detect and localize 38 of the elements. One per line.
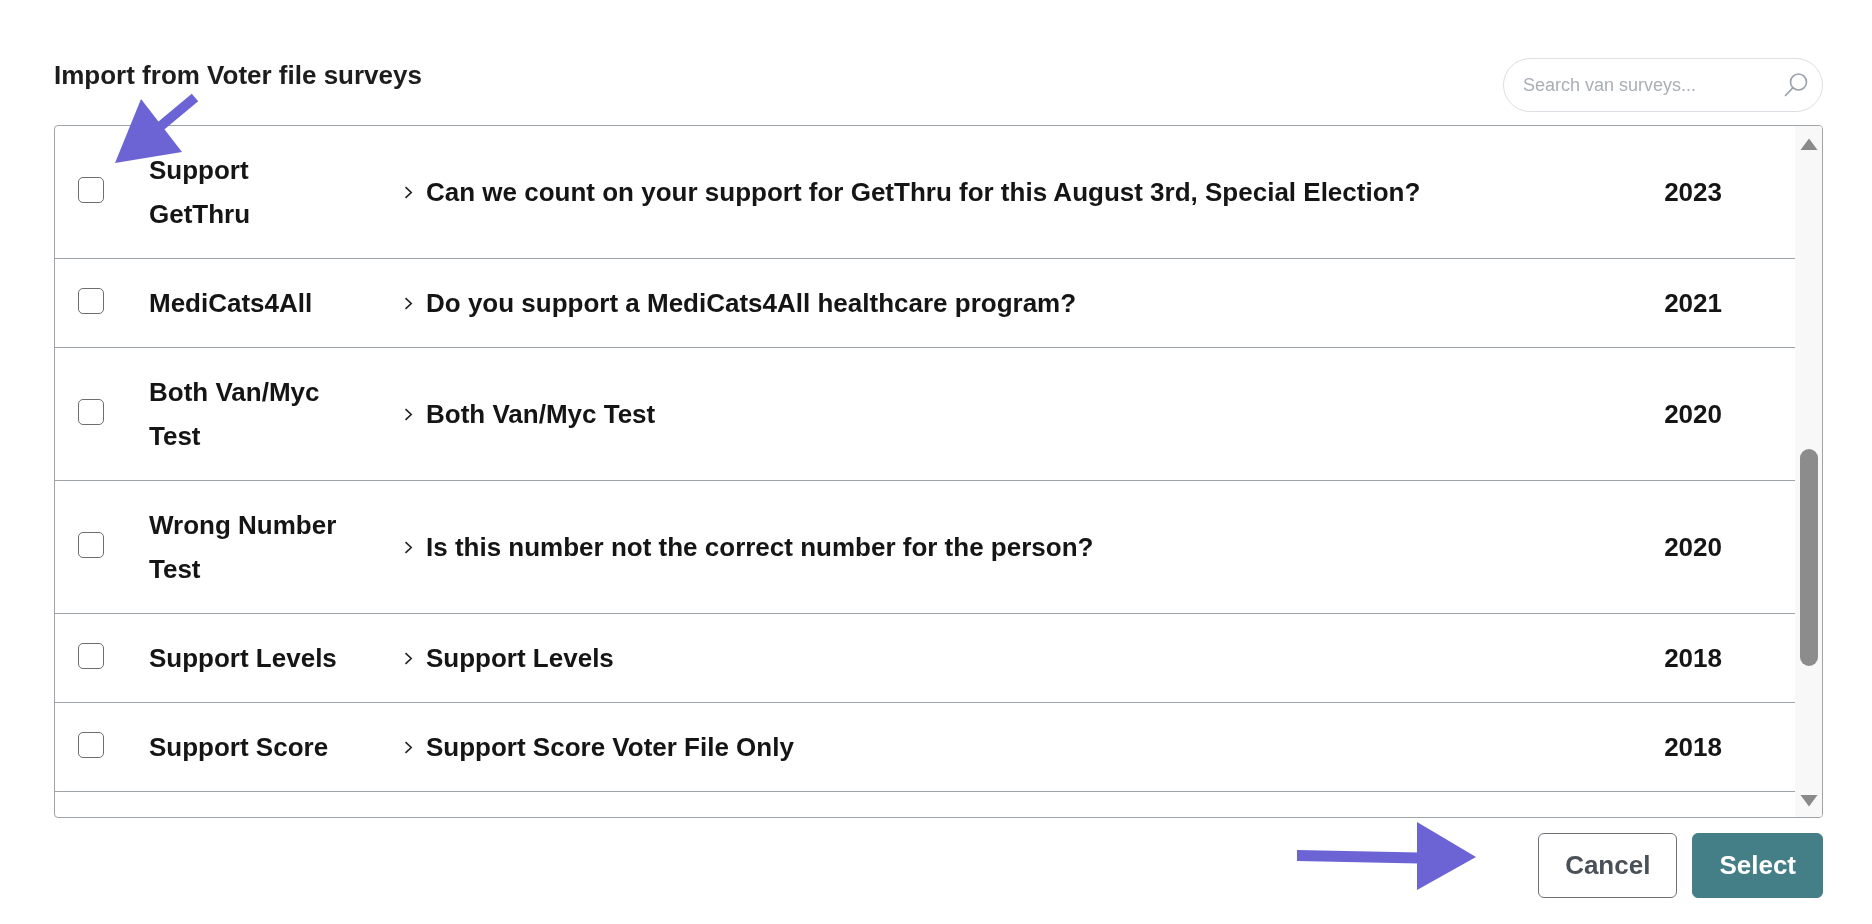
survey-name: Support GetThru bbox=[149, 154, 252, 231]
checkbox[interactable] bbox=[78, 642, 104, 669]
scrollbar-thumb[interactable] bbox=[1799, 449, 1818, 666]
survey-name: Support Levels bbox=[149, 642, 338, 675]
survey-name: MediCats4All bbox=[149, 287, 314, 320]
survey-question: Do you support a MediCats4All healthcare program? bbox=[426, 287, 1078, 320]
survey-year: 2018 bbox=[1664, 731, 1722, 764]
dialog-title: Import from Voter file surveys bbox=[54, 60, 422, 91]
scroll-down-icon[interactable] bbox=[1799, 795, 1818, 807]
survey-year: 2018 bbox=[1664, 642, 1722, 675]
search-field[interactable]: Search van surveys... bbox=[1503, 58, 1823, 112]
survey-name: Both Van/Myc Test bbox=[149, 376, 321, 453]
checkbox[interactable] bbox=[78, 731, 104, 758]
chevron-right-icon[interactable] bbox=[404, 540, 413, 554]
checkbox[interactable] bbox=[78, 531, 104, 558]
checkbox[interactable] bbox=[78, 398, 104, 425]
checkbox[interactable] bbox=[78, 287, 104, 314]
survey-name: Support Score bbox=[149, 731, 330, 764]
chevron-right-icon[interactable] bbox=[404, 407, 413, 421]
checkbox[interactable] bbox=[78, 176, 104, 203]
survey-question: Is this number not the correct number for the person? bbox=[426, 531, 1095, 564]
chevron-right-icon[interactable] bbox=[404, 651, 413, 665]
survey-year: 2021 bbox=[1664, 287, 1722, 320]
search-icon[interactable] bbox=[1783, 72, 1809, 98]
survey-name: Wrong Number Test bbox=[149, 509, 338, 586]
chevron-right-icon[interactable] bbox=[404, 296, 413, 310]
scroll-up-icon[interactable] bbox=[1799, 138, 1818, 150]
cancel-button[interactable]: Cancel bbox=[1538, 833, 1678, 898]
chevron-right-icon[interactable] bbox=[404, 740, 413, 754]
survey-year: 2020 bbox=[1664, 398, 1722, 431]
survey-question: Support Levels bbox=[426, 642, 615, 675]
survey-year: 2020 bbox=[1664, 531, 1722, 564]
survey-question: Both Van/Myc Test bbox=[426, 398, 657, 431]
survey-question: Support Score Voter File Only bbox=[426, 731, 795, 764]
select-button[interactable]: Select bbox=[1692, 833, 1823, 898]
survey-question: Can we count on your support for GetThru for this August 3rd, Special Election? bbox=[426, 176, 1422, 209]
chevron-right-icon[interactable] bbox=[404, 185, 413, 199]
survey-year: 2023 bbox=[1664, 176, 1722, 209]
